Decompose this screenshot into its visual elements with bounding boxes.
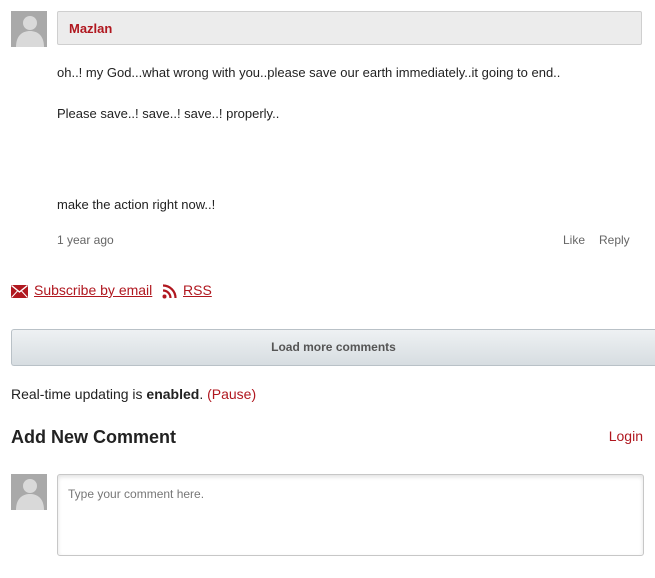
realtime-suffix: . <box>199 386 204 402</box>
realtime-prefix: Real-time updating is <box>11 386 147 402</box>
rss-link[interactable]: RSS <box>183 282 212 298</box>
comment-paragraph: Please save..! save..! save..! properly.… <box>57 106 280 121</box>
comment-author[interactable]: Mazlan <box>69 21 112 36</box>
like-button[interactable]: Like <box>563 233 585 247</box>
load-more-button[interactable]: Load more comments <box>11 329 655 366</box>
add-comment-title: Add New Comment <box>11 427 177 447</box>
comment-paragraph: make the action right now..! <box>57 197 216 212</box>
rss-icon[interactable] <box>162 284 177 299</box>
comment-input-placeholder: Type your comment here. <box>68 487 205 501</box>
realtime-status: Real-time updating is enabled. (Pause) <box>11 386 256 402</box>
avatar-icon <box>11 11 47 47</box>
reply-button[interactable]: Reply <box>599 233 630 247</box>
comment-header: Mazlan <box>57 11 642 45</box>
subscribe-email-link[interactable]: Subscribe by email <box>34 282 152 298</box>
pause-link[interactable]: (Pause) <box>207 386 256 402</box>
realtime-state: enabled <box>146 386 200 402</box>
avatar <box>11 11 47 47</box>
comment-input[interactable]: Type your comment here. <box>57 474 644 556</box>
login-link[interactable]: Login <box>609 428 643 444</box>
comment-timestamp[interactable]: 1 year ago <box>57 233 114 247</box>
current-user-avatar <box>11 474 47 510</box>
email-icon[interactable] <box>11 285 28 298</box>
avatar-icon <box>11 474 47 510</box>
comment-paragraph: oh..! my God...what wrong with you..plea… <box>57 65 561 80</box>
